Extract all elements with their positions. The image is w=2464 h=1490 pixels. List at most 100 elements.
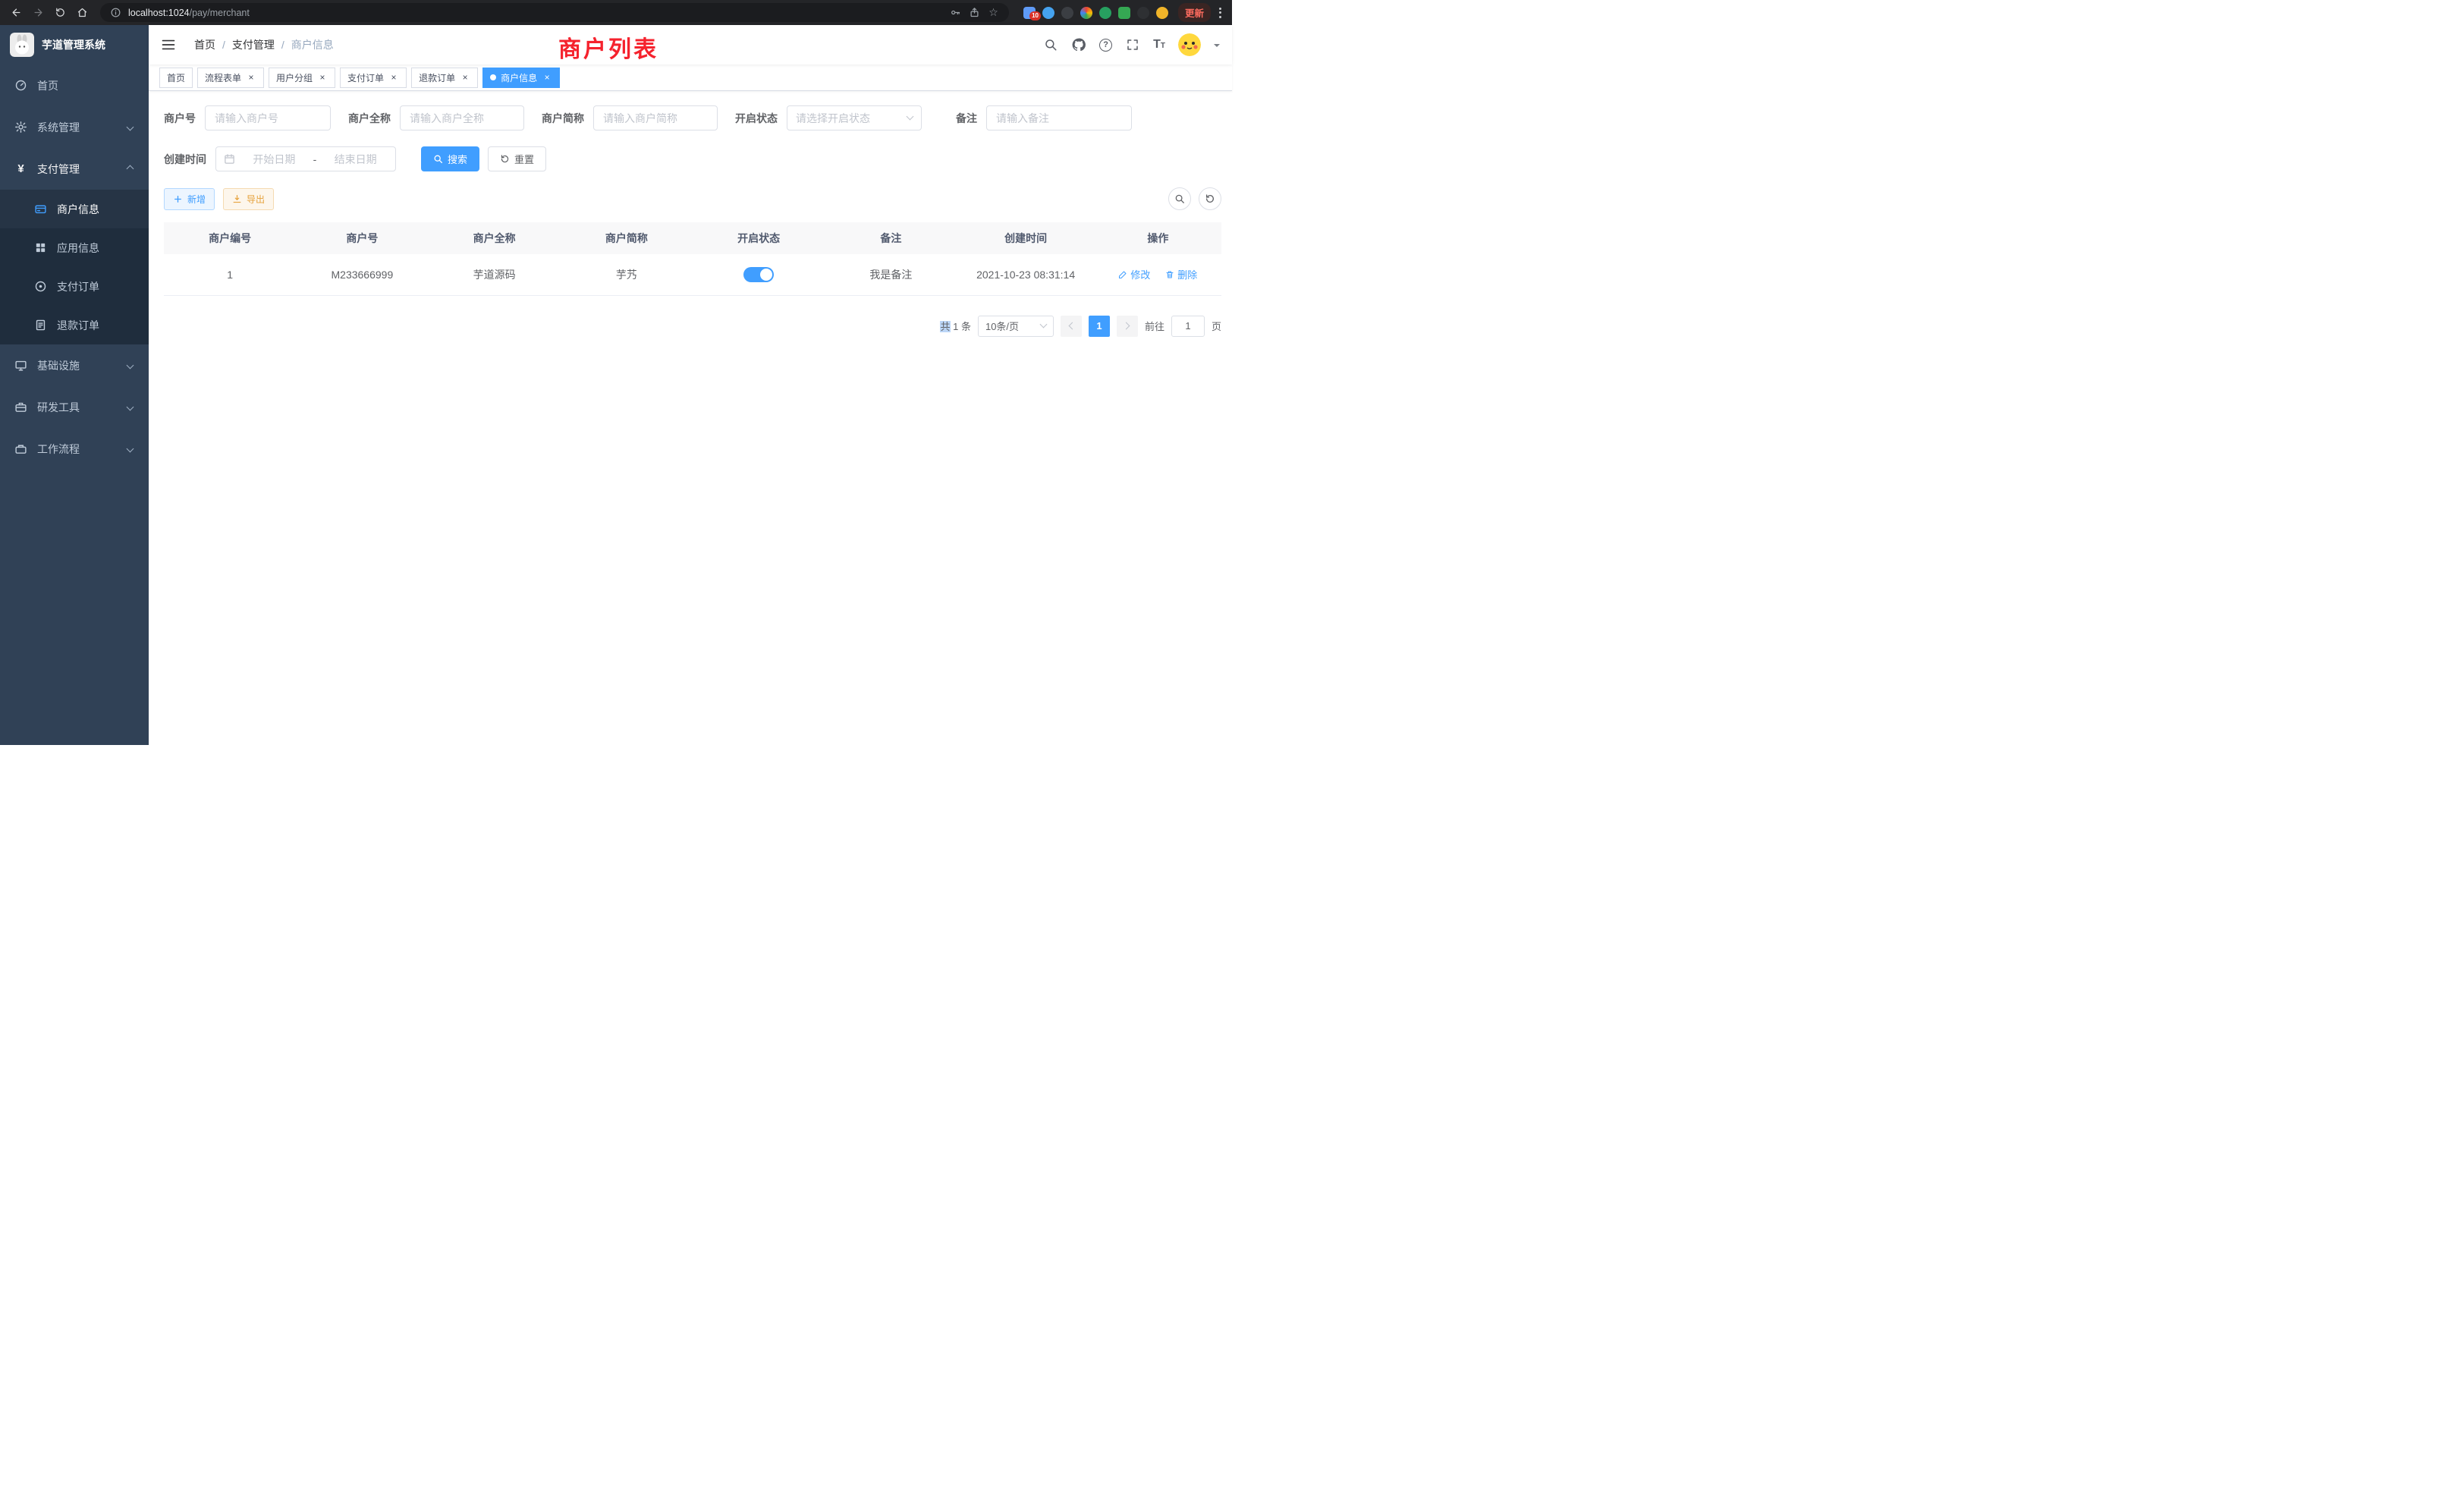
tab-pay-order[interactable]: 支付订单 [340, 68, 407, 88]
page-size-select[interactable]: 10条/页 [978, 316, 1054, 337]
status-select[interactable]: 请选择开启状态 [787, 105, 922, 130]
share-icon[interactable] [968, 6, 981, 19]
merchant-table: 商户编号 商户号 商户全称 商户简称 开启状态 备注 创建时间 操作 1 M23… [164, 222, 1221, 296]
document-icon [34, 319, 47, 332]
tab-close-icon[interactable] [460, 72, 470, 83]
next-page-button[interactable] [1117, 316, 1138, 337]
reset-button[interactable]: 重置 [488, 146, 546, 171]
cell-index: 1 [164, 254, 296, 295]
browser-back-button[interactable] [8, 5, 24, 21]
sidebar-item-infrastructure[interactable]: 基础设施 [0, 344, 149, 386]
sidebar-item-workflow[interactable]: 工作流程 [0, 428, 149, 470]
gear-icon [14, 121, 27, 134]
tab-close-icon[interactable] [542, 72, 552, 83]
pagination-total-rest: 1 条 [951, 321, 971, 332]
tab-user-group[interactable]: 用户分组 [269, 68, 335, 88]
browser-forward-button[interactable] [30, 5, 46, 21]
sidebar-item-merchant-info[interactable]: 商户信息 [0, 190, 149, 228]
extension-icon[interactable] [1080, 7, 1092, 19]
font-size-icon[interactable] [1153, 38, 1165, 52]
delete-button[interactable]: 删除 [1165, 267, 1197, 281]
col-header-full-name: 商户全称 [429, 222, 561, 254]
help-icon[interactable] [1099, 39, 1112, 52]
url-host: localhost:1024 [128, 8, 190, 18]
hamburger-icon[interactable] [161, 37, 176, 52]
page-number-button[interactable]: 1 [1089, 316, 1110, 337]
tab-home[interactable]: 首页 [159, 68, 193, 88]
tab-label: 退款订单 [419, 71, 455, 84]
status-toggle[interactable] [743, 267, 774, 282]
goto-page-input[interactable] [1171, 316, 1205, 337]
chevron-down-icon [1040, 321, 1048, 328]
export-button[interactable]: 导出 [223, 188, 274, 210]
sidebar-item-refund-order[interactable]: 退款订单 [0, 306, 149, 344]
chevron-down-icon [127, 404, 134, 411]
page-size-value: 10条/页 [985, 319, 1019, 333]
edit-button[interactable]: 修改 [1118, 267, 1150, 281]
address-bar[interactable]: localhost:1024/pay/merchant [100, 3, 1009, 22]
refresh-icon [500, 154, 510, 164]
tab-process-form[interactable]: 流程表单 [197, 68, 264, 88]
extension-icon[interactable] [1042, 7, 1054, 19]
remark-input[interactable] [986, 105, 1132, 130]
filter-full-name: 商户全称 [348, 105, 524, 130]
breadcrumb-home[interactable]: 首页 [194, 37, 215, 52]
avatar-caret-icon[interactable] [1214, 44, 1220, 50]
search-icon[interactable] [1043, 37, 1058, 52]
sidebar-item-home[interactable]: 首页 [0, 64, 149, 106]
browser-menu-icon[interactable] [1216, 8, 1224, 18]
short-name-input[interactable] [593, 105, 718, 130]
sidebar-item-app-info[interactable]: 应用信息 [0, 228, 149, 267]
chevron-up-icon [127, 165, 134, 173]
col-header-actions: 操作 [1095, 222, 1221, 254]
sidebar-item-pay-order[interactable]: 支付订单 [0, 267, 149, 306]
tab-close-icon[interactable] [388, 72, 399, 83]
filter-merchant-no: 商户号 [164, 105, 331, 130]
cell-remark: 我是备注 [825, 254, 957, 295]
site-info-icon[interactable] [109, 6, 122, 19]
tab-refund-order[interactable]: 退款订单 [411, 68, 478, 88]
cell-full-name: 芋道源码 [429, 254, 561, 295]
sidebar-item-system[interactable]: 系统管理 [0, 106, 149, 148]
date-start-placeholder: 开始日期 [242, 152, 306, 167]
tab-close-icon[interactable] [246, 72, 256, 83]
tab-close-icon[interactable] [317, 72, 328, 83]
tab-label: 用户分组 [276, 71, 313, 84]
browser-update-button[interactable]: 更新 [1178, 3, 1211, 22]
app-logo[interactable]: 芋道管理系统 [0, 25, 149, 64]
dashboard-icon [14, 79, 27, 92]
toggle-search-button[interactable] [1168, 187, 1191, 210]
sidebar-item-label: 商户信息 [57, 202, 134, 217]
bookmark-star-icon[interactable] [987, 6, 1000, 19]
export-button-label: 导出 [247, 193, 265, 206]
tab-merchant-info[interactable]: 商户信息 [482, 68, 560, 88]
search-button[interactable]: 搜索 [421, 146, 479, 171]
extension-icon[interactable] [1099, 7, 1111, 19]
extension-icon[interactable]: 10 [1023, 7, 1036, 19]
breadcrumb-separator: / [222, 39, 225, 51]
prev-page-button[interactable] [1061, 316, 1082, 337]
refresh-table-button[interactable] [1199, 187, 1221, 210]
add-button[interactable]: 新增 [164, 188, 215, 210]
sidebar-item-dev-tools[interactable]: 研发工具 [0, 386, 149, 428]
extension-icon[interactable] [1118, 7, 1130, 19]
extension-icon[interactable] [1061, 7, 1073, 19]
sidebar-item-pay[interactable]: ¥ 支付管理 [0, 148, 149, 190]
top-navbar: 首页 / 支付管理 / 商户信息 商户列表 [149, 25, 1232, 64]
user-avatar[interactable] [1178, 33, 1201, 56]
password-key-icon[interactable] [949, 6, 962, 19]
pencil-icon [1118, 270, 1127, 279]
extension-icon[interactable] [1137, 7, 1149, 19]
breadcrumb-pay[interactable]: 支付管理 [232, 37, 275, 52]
extension-icon[interactable] [1156, 7, 1168, 19]
merchant-no-input[interactable] [205, 105, 331, 130]
app-root: 芋道管理系统 首页 系统管理 ¥ 支付管理 [0, 25, 1232, 745]
fullscreen-icon[interactable] [1125, 37, 1140, 52]
select-placeholder: 请选择开启状态 [796, 111, 870, 126]
github-icon[interactable] [1071, 37, 1086, 52]
browser-reload-button[interactable] [52, 5, 68, 21]
search-icon [433, 154, 443, 164]
date-range-picker[interactable]: 开始日期 - 结束日期 [215, 146, 396, 171]
full-name-input[interactable] [400, 105, 524, 130]
browser-home-button[interactable] [74, 5, 90, 21]
